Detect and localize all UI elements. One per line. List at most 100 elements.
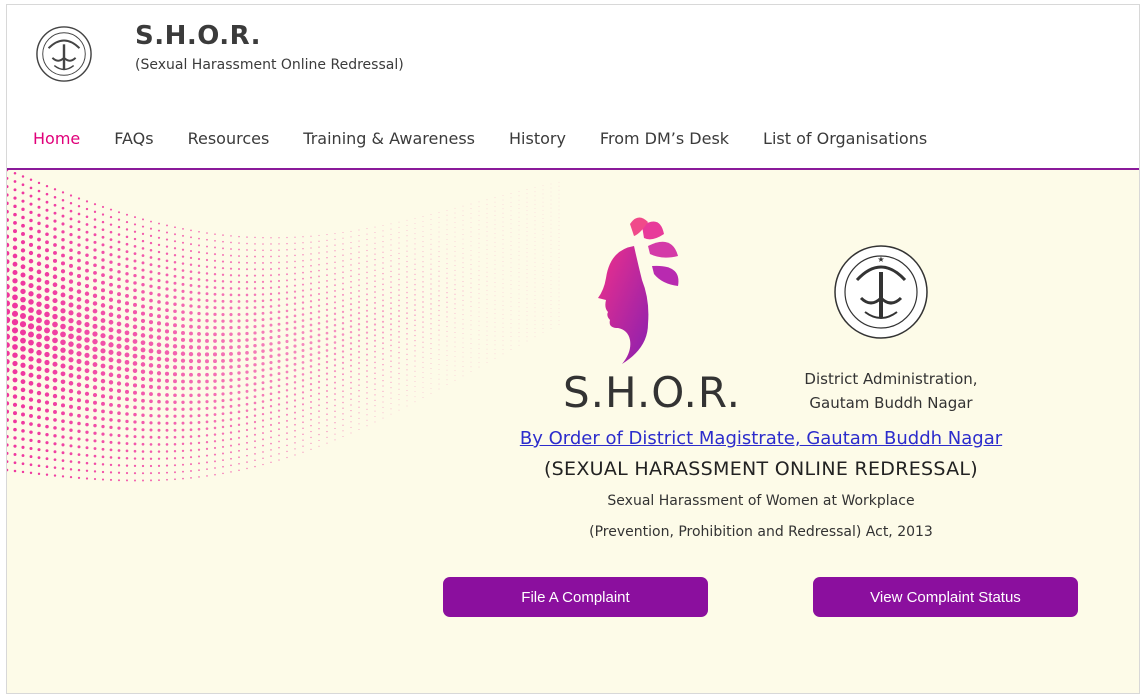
decor-dot: [350, 275, 352, 277]
decor-dot: [454, 293, 456, 295]
decor-dot: [286, 273, 288, 276]
decor-dot: [101, 235, 105, 239]
decor-dot: [7, 401, 10, 406]
nav-resources[interactable]: Resources: [188, 129, 270, 148]
decor-dot: [141, 398, 145, 403]
decor-dot: [253, 427, 257, 430]
decor-dot: [116, 388, 122, 393]
decor-dot: [438, 304, 440, 307]
decor-dot: [133, 435, 137, 439]
decor-dot: [69, 444, 73, 448]
decor-dot: [124, 382, 130, 387]
decor-dot: [85, 200, 89, 203]
decor-dot: [229, 280, 233, 284]
decor-dot: [238, 235, 240, 238]
decor-dot: [470, 324, 472, 326]
decor-dot: [37, 464, 41, 468]
decor-dot: [93, 408, 97, 413]
decor-dot: [101, 424, 105, 429]
nav-faqs[interactable]: FAQs: [114, 129, 153, 148]
decor-dot: [342, 277, 344, 279]
decor-dot: [85, 454, 89, 457]
decor-dot: [213, 413, 217, 416]
decor-dot: [173, 464, 177, 467]
decor-dot: [526, 281, 528, 283]
view-complaint-status-button[interactable]: View Complaint Status: [813, 577, 1078, 617]
decor-dot: [462, 205, 464, 207]
decor-dot: [518, 336, 520, 338]
decor-dot: [100, 333, 106, 339]
decor-dot: [37, 189, 41, 193]
decor-dot: [534, 207, 536, 209]
decor-dot: [141, 297, 145, 302]
decor-dot: [7, 375, 10, 381]
decor-dot: [36, 245, 42, 250]
decor-dot: [173, 428, 177, 432]
file-complaint-button[interactable]: File A Complaint: [443, 577, 708, 617]
up-govt-emblem-icon[interactable]: [35, 25, 93, 83]
decor-dot: [12, 269, 18, 276]
decor-dot: [229, 313, 233, 317]
decor-dot: [181, 379, 185, 384]
decor-dot: [309, 335, 313, 339]
decor-dot: [486, 276, 488, 278]
decor-dot: [172, 337, 178, 342]
decor-dot: [141, 225, 145, 228]
decor-dot: [61, 467, 65, 470]
decor-dot: [84, 391, 90, 396]
decor-dot: [190, 463, 192, 466]
decor-dot: [173, 295, 177, 299]
decor-dot: [149, 435, 153, 439]
decor-dot: [341, 361, 345, 364]
decor-dot: [341, 344, 345, 348]
decor-dot: [37, 456, 41, 460]
decor-dot: [117, 247, 121, 251]
decor-dot: [84, 368, 90, 374]
decor-dot: [52, 345, 58, 352]
decor-dot: [132, 375, 138, 381]
decor-dot: [406, 245, 408, 247]
nav-home[interactable]: Home: [33, 129, 80, 148]
nav-list-organisations[interactable]: List of Organisations: [763, 129, 927, 148]
decor-dot: [294, 454, 296, 456]
decor-dot: [398, 278, 400, 281]
decor-dot: [518, 276, 520, 278]
decor-dot: [262, 243, 264, 245]
decor-dot: [53, 195, 57, 199]
nav-training-awareness[interactable]: Training & Awareness: [303, 129, 475, 148]
decor-dot: [342, 390, 344, 393]
decor-dot: [172, 351, 178, 356]
decor-dot: [486, 307, 488, 309]
decor-dot: [333, 329, 337, 333]
decor-dot: [406, 338, 408, 340]
decor-dot: [229, 398, 233, 402]
decor-dot: [124, 367, 130, 372]
decor-dot: [165, 315, 169, 320]
decor-dot: [12, 402, 18, 407]
decor-dot: [478, 288, 480, 290]
decor-dot: [518, 229, 520, 231]
decor-dot: [85, 230, 89, 234]
decor-dot: [333, 341, 337, 344]
dm-order-link[interactable]: By Order of District Magistrate, Gautam …: [427, 428, 1095, 449]
nav-dm-desk[interactable]: From DM’s Desk: [600, 129, 729, 148]
decor-dot: [221, 399, 225, 403]
decor-dot: [398, 393, 400, 395]
decor-dot: [334, 284, 336, 287]
decor-dot: [141, 435, 145, 439]
decor-dot: [357, 317, 361, 320]
decor-dot: [550, 312, 552, 313]
decor-dot: [478, 348, 480, 350]
decor-dot: [181, 317, 185, 321]
decor-dot: [446, 238, 448, 240]
decor-dot: [21, 199, 25, 203]
decor-dot: [526, 315, 528, 317]
decor-dot: [28, 291, 34, 297]
decor-dot: [173, 281, 177, 285]
decor-dot: [422, 341, 424, 343]
nav-history[interactable]: History: [509, 129, 566, 148]
decor-dot: [221, 352, 225, 357]
decor-dot: [61, 214, 65, 218]
decor-dot: [278, 434, 280, 437]
decor-dot: [326, 274, 328, 277]
